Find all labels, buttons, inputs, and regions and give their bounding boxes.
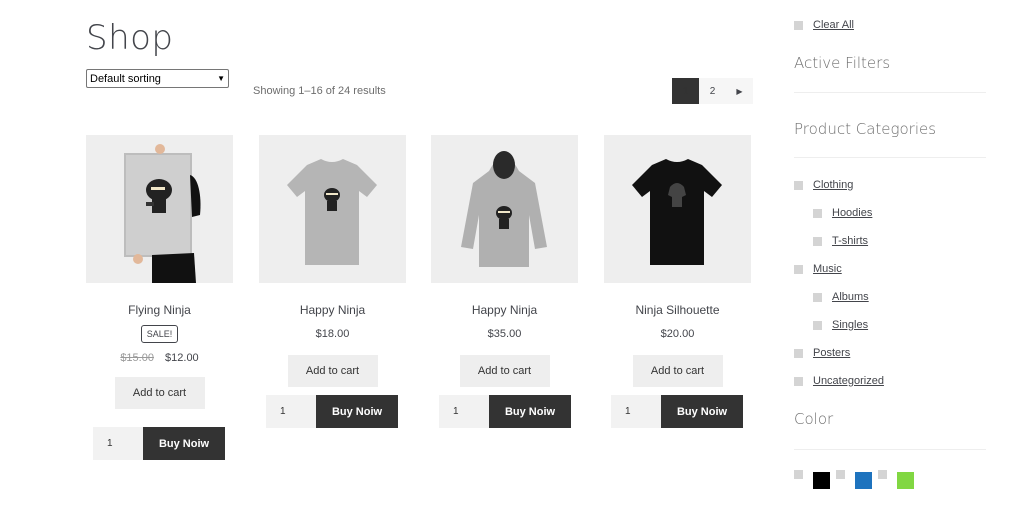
color-swatch-blue[interactable] [855,472,872,489]
category-item-music[interactable]: Music [794,263,842,275]
checkbox-icon[interactable] [813,236,822,246]
active-filters-title: Active Filters [794,54,891,72]
category-link[interactable]: Hoodies [832,207,872,219]
category-link[interactable]: T-shirts [832,235,868,247]
sorting-select[interactable]: Default sorting ▼ [86,69,229,88]
color-title: Color [794,410,834,428]
product-price: $15.00 $12.00 [86,352,233,364]
product-title[interactable]: Flying Ninja [86,303,233,317]
product-image[interactable] [86,135,233,283]
product-title[interactable]: Ninja Silhouette [604,303,751,317]
next-page-button[interactable]: ▶ [726,78,753,104]
category-item-clothing[interactable]: Clothing [794,179,853,191]
product-title[interactable]: Happy Ninja [259,303,406,317]
chevron-down-icon: ▼ [217,74,225,83]
product-image[interactable] [259,135,406,283]
category-link[interactable]: Singles [832,319,868,331]
buy-now-button[interactable]: Buy Noiw [143,427,225,460]
category-item-hoodies[interactable]: Hoodies [813,207,872,219]
add-to-cart-button[interactable]: Add to cart [287,355,378,387]
buy-now-button[interactable]: Buy Noiw [489,395,571,428]
quantity-input[interactable]: 1 [93,427,143,460]
category-item-singles[interactable]: Singles [813,319,868,331]
product-image[interactable] [604,135,751,283]
category-link[interactable]: Clothing [813,179,853,191]
checkbox-icon[interactable] [794,470,803,479]
buy-now-button[interactable]: Buy Noiw [661,395,743,428]
product-title[interactable]: Happy Ninja [431,303,578,317]
checkbox-icon[interactable] [794,180,803,190]
sale-price: $12.00 [165,352,199,364]
page-title: Shop [86,18,174,58]
checkbox-icon[interactable] [794,20,803,30]
color-swatch-black[interactable] [813,472,830,489]
buy-now-row: 1 Buy Noiw [266,395,398,428]
category-item-albums[interactable]: Albums [813,291,869,303]
sale-badge: SALE! [140,325,179,343]
buy-now-row: 1 Buy Noiw [93,427,225,460]
page-2-link[interactable]: 2 [699,78,726,104]
result-count: Showing 1–16 of 24 results [253,85,386,97]
category-item-tshirts[interactable]: T-shirts [813,235,868,247]
product-price: $20.00 [660,328,695,340]
product-card: Happy Ninja $18.00 Add to cart [259,135,406,387]
category-link[interactable]: Albums [832,291,869,303]
arrow-right-icon: ▶ [736,86,743,96]
quantity-input[interactable]: 1 [611,395,661,428]
sorting-selected-value: Default sorting [90,72,161,85]
color-swatch-green[interactable] [897,472,914,489]
checkbox-icon[interactable] [836,470,845,479]
checkbox-icon[interactable] [813,320,822,330]
product-card: Happy Ninja $35.00 Add to cart [431,135,578,387]
quantity-input[interactable]: 1 [439,395,489,428]
add-to-cart-button[interactable]: Add to cart [114,377,205,409]
checkbox-icon[interactable] [794,376,803,386]
buy-now-button[interactable]: Buy Noiw [316,395,398,428]
divider [794,92,986,93]
product-card: Ninja Silhouette $20.00 Add to cart [604,135,751,387]
checkbox-icon[interactable] [794,348,803,358]
category-item-posters[interactable]: Posters [794,347,850,359]
buy-now-row: 1 Buy Noiw [611,395,743,428]
product-image[interactable] [431,135,578,283]
product-price: $35.00 [487,328,522,340]
clear-all-link[interactable]: Clear All [813,19,854,31]
page-1-current: 1 [672,78,699,104]
buy-now-row: 1 Buy Noiw [439,395,571,428]
category-link[interactable]: Music [813,263,842,275]
pagination: 1 2 ▶ [672,78,753,104]
checkbox-icon[interactable] [878,470,887,479]
category-link[interactable]: Posters [813,347,850,359]
checkbox-icon[interactable] [813,208,822,218]
category-item-uncategorized[interactable]: Uncategorized [794,375,884,387]
old-price: $15.00 [120,352,154,364]
divider [794,157,986,158]
product-card: Flying Ninja SALE! $15.00 $12.00 Add to … [86,135,233,409]
quantity-input[interactable]: 1 [266,395,316,428]
divider [794,449,986,450]
checkbox-icon[interactable] [813,292,822,302]
product-categories-title: Product Categories [794,120,937,138]
clear-all-filter[interactable]: Clear All [794,19,854,31]
add-to-cart-button[interactable]: Add to cart [632,355,723,387]
product-price: $18.00 [315,328,350,340]
add-to-cart-button[interactable]: Add to cart [459,355,550,387]
checkbox-icon[interactable] [794,264,803,274]
category-link[interactable]: Uncategorized [813,375,884,387]
